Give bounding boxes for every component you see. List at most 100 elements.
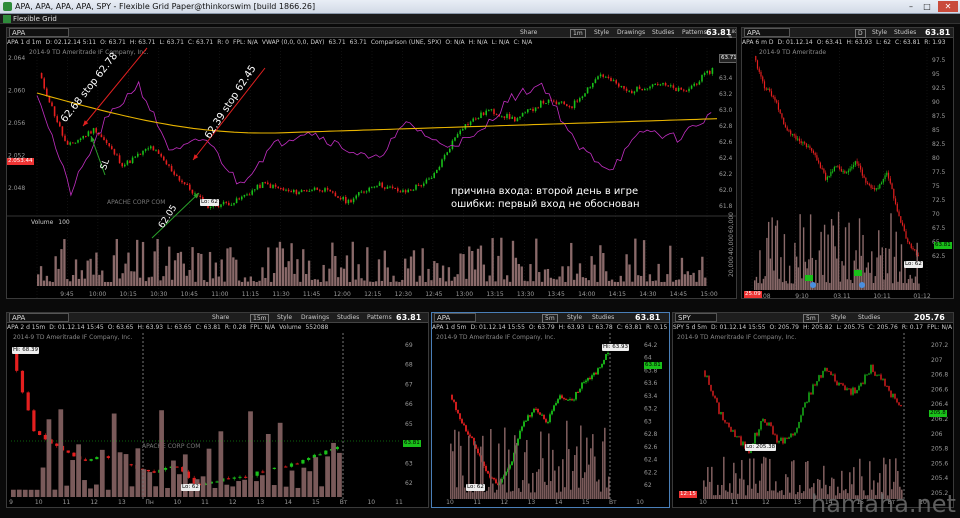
- daily-candle: [777, 102, 780, 110]
- daily-volume-bar: [829, 282, 831, 290]
- main-candle: [636, 86, 638, 92]
- daily-volume-bar: [902, 283, 904, 290]
- oneday-volume-bar: [460, 445, 462, 499]
- twoday-volume-bar: [105, 489, 111, 497]
- main-volume-bar: [351, 241, 354, 286]
- daily-candle: [858, 163, 860, 166]
- main-volume-bar: [462, 254, 465, 286]
- spy-volume-bar: [759, 480, 761, 499]
- main-volume-bar: [616, 281, 620, 286]
- daily-volume-bar: [881, 247, 883, 290]
- oneday-candle: [557, 399, 559, 404]
- twoday-candle: [215, 481, 219, 483]
- daily-chart-canvas[interactable]: 97.5 95 92.5 90 87.5 85 82.5 80 77.5 75 72.5 70 67.5…: [742, 28, 954, 299]
- spy-low-label: Lo: 205.38: [745, 444, 777, 451]
- close-icon[interactable]: ✕: [938, 1, 958, 12]
- maximize-icon[interactable]: □: [920, 1, 934, 12]
- oneday-candle: [567, 399, 569, 401]
- main-volume-bar: [77, 278, 81, 286]
- oneday-volume-bar: [486, 490, 488, 499]
- main-candle: [456, 134, 459, 138]
- spy-candle: [728, 422, 730, 427]
- spy-candle: [812, 384, 814, 395]
- main-candle: [225, 201, 227, 203]
- vwap-line: [36, 92, 718, 134]
- main-volume-bar: [640, 275, 643, 286]
- daily-candle: [812, 150, 815, 153]
- oneday-volume-bar: [562, 459, 564, 499]
- main-chart-canvas[interactable]: 63.4 63.2 63.0 62.8 62.6 62.4 62.2 62.0 61.8 2.06…: [7, 28, 737, 299]
- main-candle: [363, 191, 365, 193]
- main-volume-bar: [95, 252, 98, 286]
- twoday-chart-canvas[interactable]: 6968676665646362910111213Пн101112131415В…: [7, 313, 429, 508]
- oneday-volume-bar: [604, 427, 606, 499]
- spy-candle: [802, 407, 804, 416]
- spy-volume-bar: [729, 483, 731, 499]
- main-volume-bar: [555, 279, 558, 286]
- main-candle: [277, 186, 279, 188]
- oneday-volume-bar: [534, 492, 536, 499]
- main-volume-bar: [337, 277, 340, 286]
- oneday-candle: [511, 461, 513, 466]
- oneday-volume-bar: [532, 472, 534, 499]
- daily-volume-bar: [906, 283, 908, 290]
- main-volume-bar: [232, 257, 235, 286]
- oneday-volume-bar: [590, 448, 592, 499]
- minimize-icon[interactable]: –: [904, 1, 918, 12]
- daily-volume-bar: [883, 279, 885, 290]
- daily-volume-bar: [822, 274, 824, 290]
- main-volume-bar: [141, 241, 145, 286]
- spy-candle: [770, 422, 772, 427]
- main-candle: [384, 187, 386, 189]
- twoday-time-label: 15: [312, 499, 320, 506]
- oneday-volume-bar: [528, 483, 530, 499]
- twoday-volume-bar: [11, 489, 16, 497]
- spy-volume-bar: [785, 474, 787, 499]
- oneday-right-axis-label: 63.4: [644, 393, 658, 400]
- main-volume-bar: [66, 279, 69, 286]
- daily-volume-bar: [846, 279, 849, 290]
- main-candle: [165, 160, 168, 165]
- main-volume-bar: [342, 268, 346, 286]
- daily-volume-bar: [794, 242, 796, 290]
- main-candle: [79, 138, 82, 141]
- main-candle: [306, 190, 308, 192]
- spy-chart-canvas[interactable]: 207.2 207 206.8 206.6 206.4 206.2 206 205.8 205.…: [673, 313, 954, 508]
- main-volume-bar: [613, 281, 617, 286]
- spy-right-axis-label: 205.6: [931, 460, 948, 467]
- spy-candle: [840, 382, 842, 384]
- spy-candle: [866, 374, 868, 376]
- main-candle: [334, 192, 337, 197]
- daily-volume-bar: [781, 282, 784, 290]
- main-volume-bar: [156, 238, 159, 286]
- main-candle: [449, 149, 451, 153]
- main-candle: [142, 150, 144, 155]
- grid-menu-label[interactable]: Flexible Grid: [13, 15, 57, 23]
- main-candle: [690, 85, 693, 89]
- main-left-axis-label: 2.056: [8, 120, 25, 127]
- main-candle: [53, 106, 56, 117]
- oneday-volume-bar: [520, 491, 522, 499]
- main-candle: [651, 84, 654, 87]
- twoday-volume-bar: [271, 485, 277, 497]
- daily-volume-bar: [878, 230, 880, 290]
- daily-candle: [847, 170, 849, 173]
- main-candle: [282, 188, 285, 191]
- twoday-volume-bar: [153, 486, 159, 497]
- daily-candle: [856, 161, 858, 164]
- main-volume-bar: [299, 281, 302, 286]
- main-candle: [189, 184, 191, 190]
- main-candle: [597, 76, 599, 80]
- main-candle: [620, 85, 623, 87]
- main-candle: [103, 137, 105, 141]
- oneday-candle: [477, 448, 479, 454]
- main-candle: [641, 88, 643, 91]
- main-volume-axis-label: 40,000: [728, 234, 735, 255]
- oneday-chart-canvas[interactable]: 64.26463.863.663.463.26362.862.662.462.2…: [432, 313, 670, 508]
- twoday-volume-bar: [88, 488, 93, 497]
- daily-candle: [877, 188, 879, 190]
- spy-volume-bar: [739, 478, 741, 499]
- twoday-time-label: 9: [9, 499, 13, 506]
- main-volume-bar: [211, 278, 215, 286]
- main-volume-bar: [305, 273, 308, 286]
